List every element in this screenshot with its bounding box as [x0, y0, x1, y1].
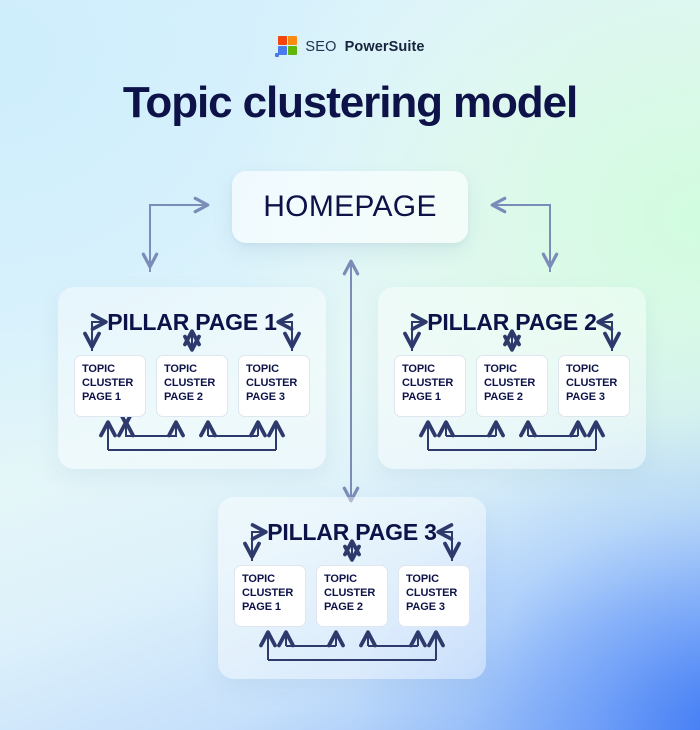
cluster-line-1: TOPIC: [164, 363, 197, 375]
page-title: Topic clustering model: [122, 78, 578, 127]
brand-name-light: SEO: [305, 39, 337, 55]
brand-lockup: SEO PowerSuite: [0, 36, 700, 58]
cluster-node-p3-c2[interactable]: TOPIC CLUSTER PAGE 2: [316, 565, 388, 627]
pillar-1-cluster-row: TOPIC CLUSTER PAGE 1 TOPIC CLUSTER PAGE …: [74, 355, 310, 417]
cluster-line-3: PAGE 3: [566, 390, 605, 403]
brand-name-bold: PowerSuite: [344, 39, 425, 55]
connector-cluster-2-to-cluster-3: [199, 420, 267, 438]
cluster-line-1: TOPIC: [242, 573, 275, 585]
cluster-node-p1-c1[interactable]: TOPIC CLUSTER PAGE 1: [74, 355, 146, 417]
connector-homepage-to-pillar-1: [141, 196, 210, 272]
cluster-line-1: TOPIC: [484, 363, 517, 375]
cluster-node-p2-c2[interactable]: TOPIC CLUSTER PAGE 2: [476, 355, 548, 417]
cluster-line-2: CLUSTER: [246, 376, 298, 389]
cluster-line-1: TOPIC: [82, 363, 115, 375]
connector-cluster-1-to-cluster-3-wide: [419, 420, 605, 451]
seo-powersuite-logo-icon: [275, 36, 298, 58]
node-homepage-label: HOMEPAGE: [263, 190, 437, 223]
cluster-line-2: CLUSTER: [164, 376, 216, 389]
pillar-card-1: PILLAR PAGE 1 TOPIC CLUSTER PAGE 1 TOPIC…: [58, 287, 326, 469]
pillar-3-cluster-row: TOPIC CLUSTER PAGE 1 TOPIC CLUSTER PAGE …: [234, 565, 470, 627]
cluster-line-2: CLUSTER: [402, 376, 454, 389]
connector-cluster-1-to-cluster-2: [277, 630, 345, 648]
cluster-node-p1-c3[interactable]: TOPIC CLUSTER PAGE 3: [238, 355, 310, 417]
connector-cluster-1-to-cluster-3-wide: [259, 630, 445, 661]
connector-cluster-1-to-cluster-2: [437, 420, 505, 438]
cluster-line-3: PAGE 1: [82, 390, 121, 403]
cluster-line-3: PAGE 2: [324, 600, 363, 613]
cluster-line-2: CLUSTER: [484, 376, 536, 389]
cluster-line-2: CLUSTER: [324, 586, 376, 599]
cluster-node-p3-c3[interactable]: TOPIC CLUSTER PAGE 3: [398, 565, 470, 627]
cluster-line-3: PAGE 1: [242, 600, 281, 613]
cluster-line-1: TOPIC: [566, 363, 599, 375]
cluster-node-p2-c1[interactable]: TOPIC CLUSTER PAGE 1: [394, 355, 466, 417]
pillar-2-title: PILLAR PAGE 2: [427, 309, 597, 335]
pillar-card-2: PILLAR PAGE 2 TOPIC CLUSTER PAGE 1 TOPIC…: [378, 287, 646, 469]
cluster-line-1: TOPIC: [402, 363, 435, 375]
cluster-line-3: PAGE 2: [484, 390, 523, 403]
pillar-card-3: PILLAR PAGE 3 TOPIC CLUSTER PAGE 1 TOPIC…: [218, 497, 486, 679]
connector-homepage-to-pillar-2: [490, 196, 559, 272]
connector-cluster-2-to-cluster-3: [359, 630, 427, 648]
cluster-line-1: TOPIC: [324, 573, 357, 585]
cluster-line-3: PAGE 2: [164, 390, 203, 403]
cluster-line-2: CLUSTER: [82, 376, 134, 389]
pillar-2-cluster-row: TOPIC CLUSTER PAGE 1 TOPIC CLUSTER PAGE …: [394, 355, 630, 417]
cluster-line-2: CLUSTER: [242, 586, 294, 599]
cluster-line-1: TOPIC: [246, 363, 279, 375]
cluster-line-3: PAGE 3: [406, 600, 445, 613]
connector-cluster-2-to-cluster-3: [519, 420, 587, 438]
cluster-line-1: TOPIC: [406, 573, 439, 585]
cluster-line-3: PAGE 1: [402, 390, 441, 403]
infographic-canvas: SEO PowerSuite Topic clustering model HO…: [0, 0, 700, 730]
cluster-node-p1-c2[interactable]: TOPIC CLUSTER PAGE 2: [156, 355, 228, 417]
cluster-node-p3-c1[interactable]: TOPIC CLUSTER PAGE 1: [234, 565, 306, 627]
connector-cluster-1-to-cluster-3-wide: [99, 420, 285, 451]
cluster-line-3: PAGE 3: [246, 390, 285, 403]
cluster-node-p2-c3[interactable]: TOPIC CLUSTER PAGE 3: [558, 355, 630, 417]
cluster-line-2: CLUSTER: [406, 586, 458, 599]
pillar-1-title: PILLAR PAGE 1: [107, 309, 277, 335]
connector-cluster-1-to-cluster-2: [117, 408, 185, 438]
node-homepage[interactable]: HOMEPAGE: [232, 171, 468, 243]
pillar-3-title: PILLAR PAGE 3: [267, 519, 437, 545]
cluster-line-2: CLUSTER: [566, 376, 618, 389]
